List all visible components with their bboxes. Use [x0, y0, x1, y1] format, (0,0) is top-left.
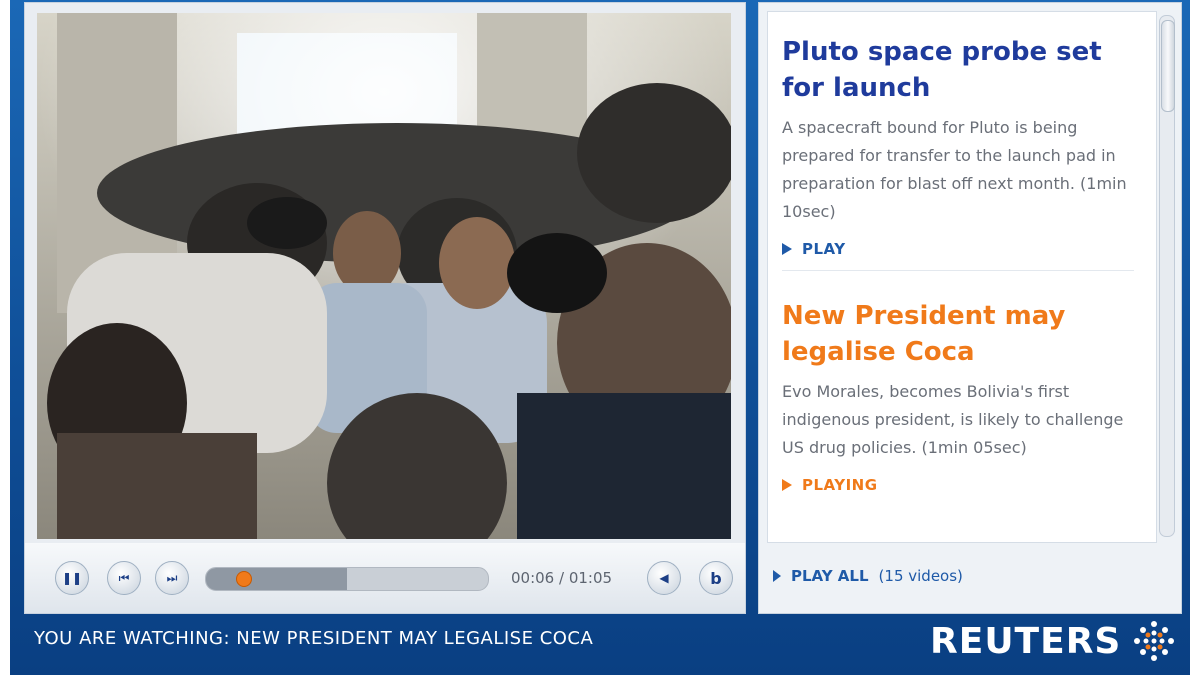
video-player-app: ❚❚ ⏮ ⏭ 00:06 / 01:05 ◀ b Pluto space pro…	[10, 0, 1190, 675]
playlist-item[interactable]: New President may legalise Coca Evo Mora…	[782, 298, 1134, 494]
play-all-count: (15 videos)	[878, 567, 963, 585]
previous-icon: ⏮	[118, 570, 130, 585]
item-divider	[782, 270, 1134, 271]
video-panel: ❚❚ ⏮ ⏭ 00:06 / 01:05 ◀ b	[24, 2, 746, 614]
play-icon	[782, 479, 792, 491]
share-icon: b	[710, 568, 722, 588]
item-description: Evo Morales, becomes Bolivia's first ind…	[782, 382, 1124, 457]
play-all-button[interactable]: PLAY ALL (15 videos)	[773, 567, 963, 585]
play-icon	[782, 243, 792, 255]
playing-label: PLAYING	[802, 476, 878, 494]
next-button[interactable]: ⏭	[155, 561, 189, 595]
brand-name: REUTERS	[930, 620, 1122, 662]
player-controls: ❚❚ ⏮ ⏭ 00:06 / 01:05 ◀ b	[25, 543, 745, 613]
playing-indicator[interactable]: PLAYING	[782, 476, 1134, 494]
playlist-panel: Pluto space probe set for launch A space…	[758, 2, 1182, 614]
now-watching-label: YOU ARE WATCHING: NEW PRESIDENT MAY LEGA…	[34, 628, 594, 649]
time-readout: 00:06 / 01:05	[511, 569, 613, 587]
share-button[interactable]: b	[699, 561, 733, 595]
previous-button[interactable]: ⏮	[107, 561, 141, 595]
playlist-scrollbar[interactable]	[1159, 15, 1175, 537]
pause-button[interactable]: ❚❚	[55, 561, 89, 595]
item-title[interactable]: Pluto space probe set for launch	[782, 34, 1134, 106]
item-description: A spacecraft bound for Pluto is being pr…	[782, 118, 1127, 221]
playlist-list: Pluto space probe set for launch A space…	[767, 11, 1157, 543]
speaker-icon: ◀	[659, 571, 669, 585]
scrollbar-thumb[interactable]	[1161, 20, 1175, 112]
play-label: PLAY	[802, 240, 846, 258]
playlist-item[interactable]: Pluto space probe set for launch A space…	[782, 34, 1134, 258]
reuters-dot-globe-icon	[1134, 621, 1175, 661]
video-still	[37, 13, 731, 539]
buffered-fill	[206, 568, 347, 590]
progress-bar[interactable]	[205, 567, 489, 591]
play-all-icon	[773, 570, 781, 582]
play-all-label: PLAY ALL	[791, 567, 869, 585]
progress-knob[interactable]	[235, 571, 252, 587]
next-icon: ⏭	[166, 570, 178, 585]
pause-icon: ❚❚	[61, 571, 83, 585]
play-button[interactable]: PLAY	[782, 240, 1134, 258]
video-frame[interactable]	[37, 13, 731, 539]
reuters-logo[interactable]: REUTERS	[930, 618, 1177, 664]
item-title[interactable]: New President may legalise Coca	[782, 298, 1134, 370]
volume-button[interactable]: ◀	[647, 561, 681, 595]
